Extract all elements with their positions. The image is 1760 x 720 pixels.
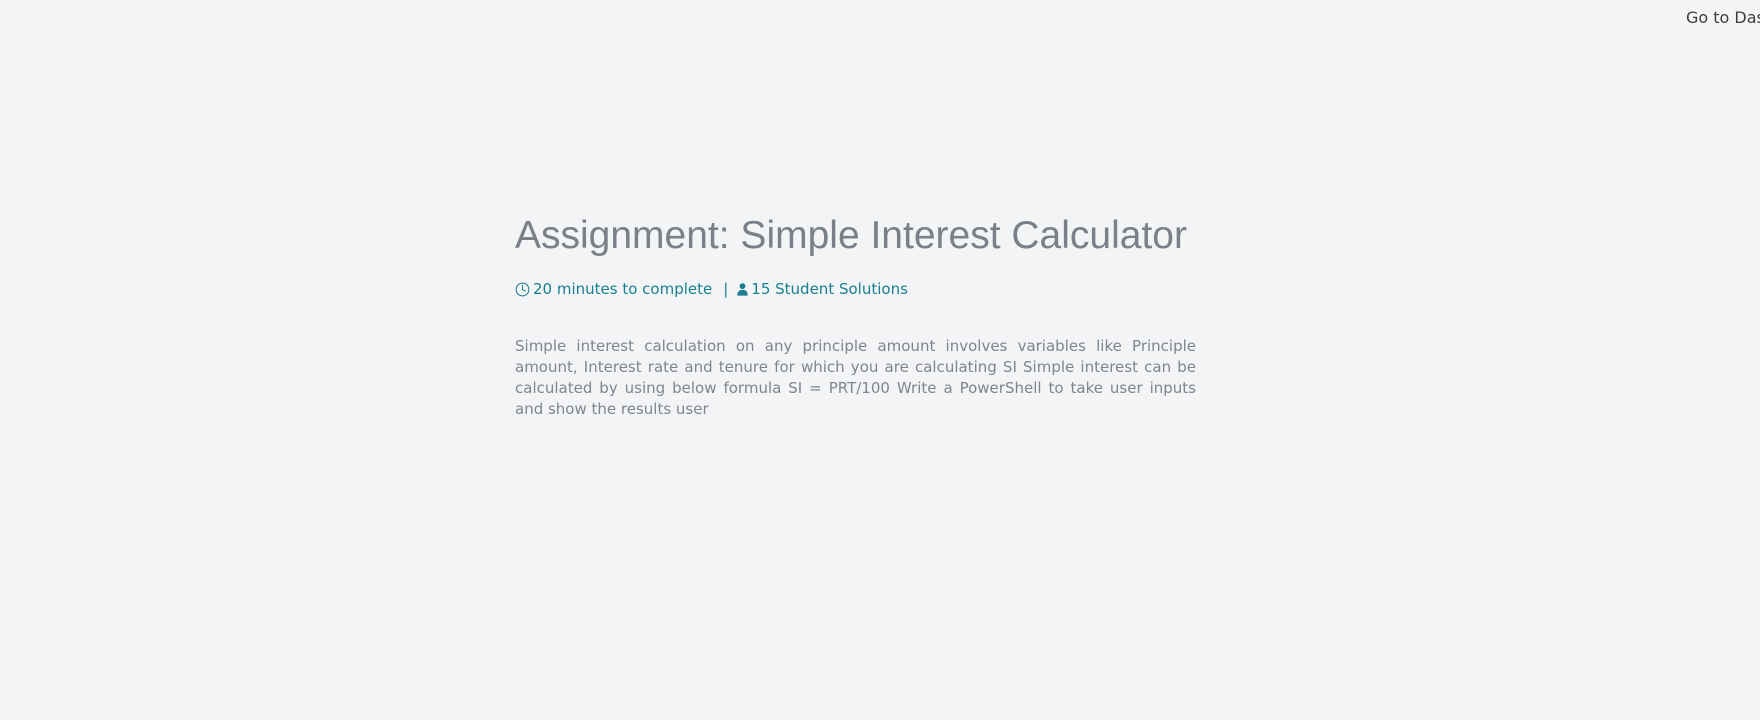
clock-icon	[515, 282, 530, 297]
assignment-meta: 20 minutes to complete | 15 Student Solu…	[515, 279, 1196, 299]
go-to-dashboard-link[interactable]: Go to Dashboard	[1686, 8, 1760, 27]
time-to-complete: 20 minutes to complete	[533, 280, 713, 298]
page-title: Assignment: Simple Interest Calculator	[515, 214, 1187, 257]
meta-separator: |	[723, 280, 729, 298]
assignment-description: Simple interest calculation on any princ…	[515, 337, 1196, 418]
student-solutions-link[interactable]: 15 Student Solutions	[751, 280, 908, 298]
user-icon	[737, 282, 748, 296]
assignment-content: Assignment: Simple Interest Calculator 2…	[515, 212, 1196, 420]
